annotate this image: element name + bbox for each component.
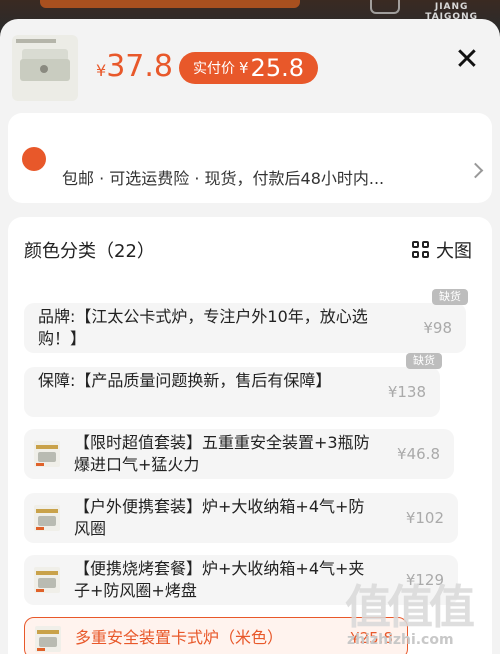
option-price: ¥98 [423, 319, 452, 337]
real-price-value: 25.8 [250, 54, 304, 82]
background-icon [370, 0, 400, 14]
shipping-info-card[interactable]: 包邮 · 可选运费险 · 现货，付款后48小时内... [8, 113, 492, 203]
option-item-brand[interactable]: 品牌:【江太公卡式炉，专注户外10年，放心选购！】 ¥98 [24, 303, 466, 353]
chevron-right-icon[interactable] [467, 162, 484, 179]
watermark-glyphs: 值值值 [345, 580, 475, 634]
real-price-pill: 实付价 ¥ 25.8 [179, 52, 318, 84]
option-text: 保障:【产品质量问题换新，售后有保障】 [38, 371, 332, 390]
real-price-label: 实付价 [193, 61, 235, 77]
out-of-stock-badge: 缺货 [406, 353, 442, 369]
option-text: 多重安全装置卡式炉（米色） [75, 628, 284, 647]
sku-selector-sheet: ¥37.8 实付价 ¥ 25.8 ✕ 包邮 · 可选运费险 · 现货，付款后48… [0, 19, 500, 654]
grid-view-icon [412, 241, 430, 259]
option-item-outdoor-set[interactable]: 【户外便携套装】炉+大收纳箱+4气+防风圈 ¥102 [24, 493, 458, 543]
shipping-icon [22, 147, 46, 171]
shipping-description: 包邮 · 可选运费险 · 现货，付款后48小时内... [62, 169, 385, 188]
real-price-currency: ¥ [239, 59, 249, 77]
background-banner [40, 0, 300, 8]
out-of-stock-badge: 缺货 [432, 289, 468, 305]
big-view-toggle[interactable]: 大图 [412, 237, 472, 263]
option-price: ¥46.8 [397, 445, 440, 463]
option-image [34, 441, 60, 467]
original-price: ¥37.8 [96, 49, 173, 89]
site-watermark: 值值值 zhizhizhi.com [345, 582, 495, 652]
big-view-label: 大图 [436, 241, 472, 262]
option-price: ¥138 [387, 383, 426, 401]
original-price-value: 37.8 [106, 49, 173, 84]
option-item-value-set[interactable]: 【限时超值套装】五重重安全装置+3瓶防爆进口气+猛火力 ¥46.8 [24, 429, 454, 479]
option-text: 【限时超值套装】五重重安全装置+3瓶防爆进口气+猛火力 [74, 433, 370, 474]
option-text: 品牌:【江太公卡式炉，专注户外10年，放心选购！】 [38, 307, 368, 348]
option-text: 【户外便携套装】炉+大收纳箱+4气+防风圈 [74, 497, 365, 538]
option-image [34, 567, 60, 593]
option-price: ¥102 [405, 509, 444, 527]
currency-symbol: ¥ [96, 61, 107, 80]
watermark-url: zhizhizhi.com [347, 632, 454, 648]
option-image [34, 505, 60, 531]
options-title: 颜色分类（22） [24, 241, 155, 262]
close-icon[interactable]: ✕ [452, 45, 482, 75]
product-thumbnail[interactable] [12, 35, 78, 101]
option-item-guarantee[interactable]: 保障:【产品质量问题换新，售后有保障】 ¥138 [24, 367, 440, 417]
brand-line-1: JIANG [434, 2, 469, 12]
option-text: 【便携烧烤套餐】炉+大收纳箱+4气+夹子+防风圈+烤盘 [74, 559, 365, 600]
option-image [35, 626, 61, 652]
